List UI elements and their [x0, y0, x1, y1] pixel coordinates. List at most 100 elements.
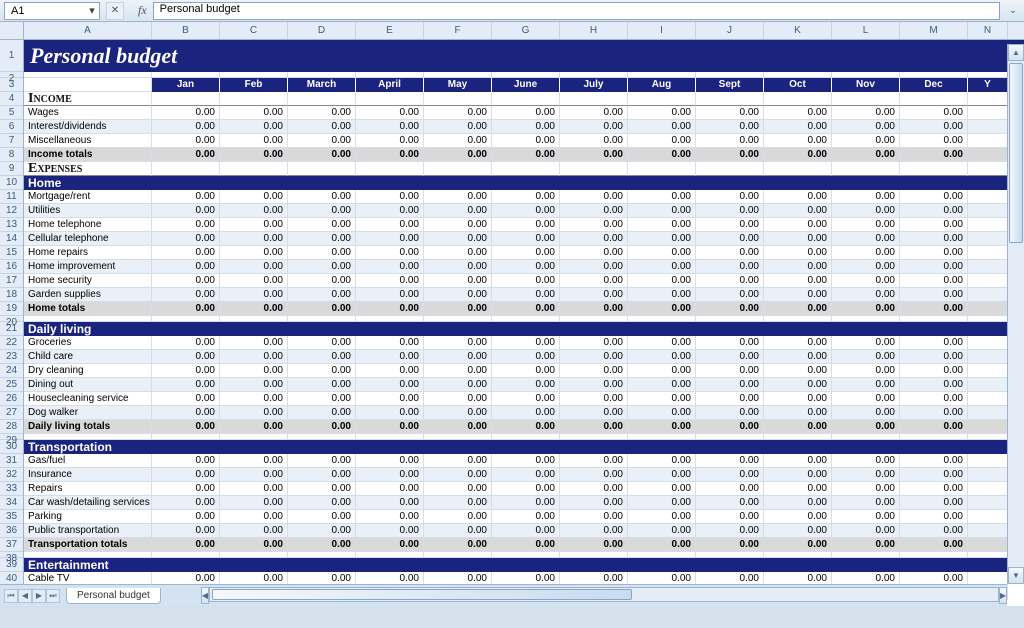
cell[interactable]: 0.00 [288, 524, 356, 538]
cell[interactable]: 0.00 [560, 218, 628, 232]
cell[interactable]: 0.00 [560, 378, 628, 392]
row-header[interactable]: 14 [0, 232, 23, 246]
cell[interactable]: 0.00 [356, 204, 424, 218]
cell[interactable] [968, 218, 1008, 232]
cell[interactable]: 0.00 [220, 350, 288, 364]
cell[interactable]: 0.00 [152, 106, 220, 120]
cell[interactable]: 0.00 [696, 406, 764, 420]
cell[interactable] [968, 420, 1008, 434]
cell[interactable]: 0.00 [424, 406, 492, 420]
cell[interactable]: 0.00 [900, 106, 968, 120]
cell[interactable]: 0.00 [152, 288, 220, 302]
cell[interactable]: 0.00 [492, 350, 560, 364]
cell[interactable]: 0.00 [288, 510, 356, 524]
cell[interactable]: Home telephone [24, 218, 152, 232]
cell[interactable]: 0.00 [900, 420, 968, 434]
tab-last-icon[interactable]: ⏭ [46, 589, 60, 603]
cell[interactable]: 0.00 [832, 190, 900, 204]
cell[interactable]: 0.00 [764, 336, 832, 350]
cell[interactable]: 0.00 [288, 106, 356, 120]
cell[interactable]: 0.00 [152, 392, 220, 406]
cell[interactable]: 0.00 [220, 510, 288, 524]
cell[interactable]: 0.00 [424, 496, 492, 510]
row-header[interactable]: 21 [0, 322, 23, 336]
scroll-left-icon[interactable]: ◀ [201, 587, 209, 604]
cell[interactable]: 0.00 [220, 420, 288, 434]
cell[interactable]: Home security [24, 274, 152, 288]
cell[interactable]: 0.00 [220, 190, 288, 204]
column-header[interactable]: F [424, 22, 492, 39]
cell[interactable]: 0.00 [696, 524, 764, 538]
cell[interactable]: 0.00 [764, 406, 832, 420]
cell[interactable]: July [560, 78, 628, 92]
cell[interactable]: 0.00 [696, 120, 764, 134]
cell[interactable]: 0.00 [220, 392, 288, 406]
column-header[interactable]: M [900, 22, 968, 39]
cell[interactable]: 0.00 [152, 120, 220, 134]
cell[interactable]: 0.00 [356, 302, 424, 316]
cell[interactable]: 0.00 [424, 510, 492, 524]
cell[interactable]: 0.00 [288, 482, 356, 496]
cell[interactable]: Y [968, 78, 1008, 92]
cell[interactable]: 0.00 [696, 378, 764, 392]
cell[interactable]: Nov [832, 78, 900, 92]
cell[interactable]: 0.00 [628, 120, 696, 134]
cell[interactable]: 0.00 [288, 350, 356, 364]
cell[interactable]: 0.00 [220, 274, 288, 288]
sheet-tab[interactable]: Personal budget [66, 588, 161, 604]
cell[interactable]: 0.00 [900, 218, 968, 232]
cell[interactable]: 0.00 [764, 524, 832, 538]
cell[interactable]: 0.00 [220, 148, 288, 162]
cell[interactable]: 0.00 [832, 120, 900, 134]
cell[interactable]: Home totals [24, 302, 152, 316]
cell[interactable] [968, 232, 1008, 246]
cell[interactable]: 0.00 [220, 482, 288, 496]
cell[interactable] [968, 246, 1008, 260]
cell[interactable]: Cellular telephone [24, 232, 152, 246]
cell[interactable]: 0.00 [424, 420, 492, 434]
cell[interactable]: 0.00 [900, 482, 968, 496]
cell[interactable]: 0.00 [832, 246, 900, 260]
cell[interactable]: Expenses [24, 162, 152, 176]
cell[interactable]: Public transportation [24, 524, 152, 538]
scroll-up-icon[interactable]: ▲ [1008, 44, 1024, 61]
cell[interactable]: 0.00 [764, 454, 832, 468]
cell[interactable]: 0.00 [492, 148, 560, 162]
cell[interactable]: 0.00 [764, 364, 832, 378]
cell[interactable]: 0.00 [356, 260, 424, 274]
cell[interactable]: 0.00 [764, 510, 832, 524]
cell[interactable]: 0.00 [900, 274, 968, 288]
row-header[interactable]: 1 [0, 40, 23, 72]
cell[interactable]: 0.00 [492, 420, 560, 434]
cell[interactable]: 0.00 [560, 148, 628, 162]
row-header[interactable]: 35 [0, 510, 23, 524]
cell[interactable] [560, 92, 628, 106]
cell[interactable]: 0.00 [492, 106, 560, 120]
cell[interactable]: 0.00 [832, 378, 900, 392]
cell[interactable]: Jan [152, 78, 220, 92]
cell[interactable]: 0.00 [288, 274, 356, 288]
scroll-down-icon[interactable]: ▼ [1008, 567, 1024, 584]
cell[interactable]: 0.00 [152, 274, 220, 288]
cell[interactable]: Transportation totals [24, 538, 152, 552]
row-header[interactable]: 26 [0, 392, 23, 406]
cell[interactable]: 0.00 [628, 510, 696, 524]
cell[interactable]: 0.00 [900, 350, 968, 364]
cell[interactable]: 0.00 [628, 392, 696, 406]
cell[interactable] [968, 106, 1008, 120]
cell[interactable] [764, 92, 832, 106]
cell[interactable]: Aug [628, 78, 696, 92]
cell[interactable]: 0.00 [356, 420, 424, 434]
cell[interactable]: 0.00 [356, 134, 424, 148]
cell[interactable]: 0.00 [900, 204, 968, 218]
cell[interactable]: 0.00 [696, 350, 764, 364]
cell[interactable] [968, 204, 1008, 218]
cell[interactable]: 0.00 [628, 274, 696, 288]
cell[interactable]: 0.00 [152, 482, 220, 496]
cell[interactable]: 0.00 [628, 406, 696, 420]
cell[interactable]: 0.00 [696, 538, 764, 552]
cell[interactable]: 0.00 [152, 148, 220, 162]
column-header[interactable]: A [24, 22, 152, 39]
cell[interactable]: 0.00 [356, 538, 424, 552]
cell[interactable]: 0.00 [696, 364, 764, 378]
